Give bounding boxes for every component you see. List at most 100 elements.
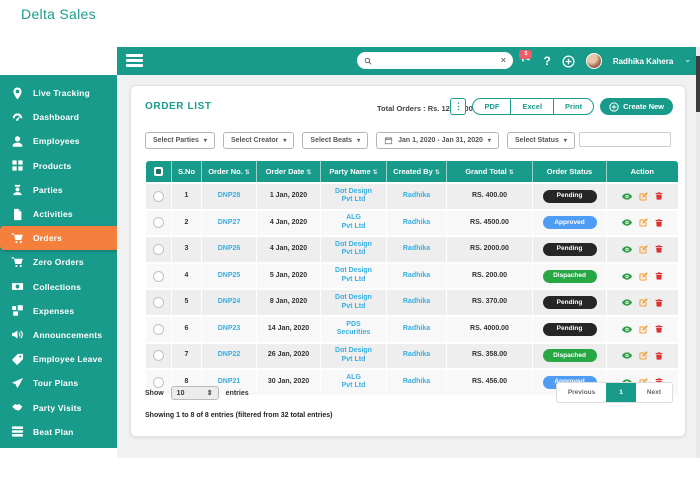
- view-button[interactable]: [622, 246, 632, 253]
- order-no-link[interactable]: DNP26: [218, 245, 241, 252]
- row-checkbox[interactable]: [153, 191, 164, 202]
- delete-button[interactable]: [655, 219, 663, 227]
- created-by-link[interactable]: Radhika: [403, 378, 430, 385]
- row-checkbox[interactable]: [153, 324, 164, 335]
- edit-button[interactable]: [639, 351, 648, 360]
- menu-icon[interactable]: [126, 54, 143, 70]
- order-no-link[interactable]: DNP27: [218, 219, 241, 226]
- sidebar-item-expenses[interactable]: Expenses: [0, 299, 117, 323]
- row-checkbox[interactable]: [153, 217, 164, 228]
- row-checkbox[interactable]: [153, 297, 164, 308]
- view-button[interactable]: [622, 273, 632, 280]
- column-header-created-by[interactable]: Created By⇅: [387, 161, 447, 183]
- created-by-link[interactable]: Radhika: [403, 245, 430, 252]
- search-input[interactable]: [377, 55, 496, 66]
- sort-icon[interactable]: ⇅: [435, 170, 440, 176]
- select-parties-filter[interactable]: Select Parties▾: [145, 132, 215, 149]
- delete-button[interactable]: [655, 245, 663, 253]
- sidebar-item-party-visits[interactable]: Party Visits: [0, 395, 117, 419]
- next-page-button[interactable]: Next: [636, 383, 672, 402]
- sidebar-item-live-tracking[interactable]: Live Tracking: [0, 81, 117, 105]
- select-creator-filter[interactable]: Select Creator▾: [223, 132, 294, 149]
- column-header-order-no-[interactable]: Order No.⇅: [202, 161, 257, 183]
- party-name-link[interactable]: PDSSecurities: [337, 321, 370, 337]
- table-search-input[interactable]: [579, 132, 671, 147]
- search-bar[interactable]: ×: [357, 52, 513, 69]
- add-icon[interactable]: [562, 55, 575, 68]
- view-button[interactable]: [622, 219, 632, 226]
- party-name-link[interactable]: Dot DesignPvt Ltd: [335, 347, 372, 363]
- view-button[interactable]: [622, 299, 632, 306]
- column-header-party-name[interactable]: Party Name⇅: [321, 161, 387, 183]
- edit-button[interactable]: [639, 218, 648, 227]
- row-checkbox[interactable]: [153, 350, 164, 361]
- current-page-button[interactable]: 1: [606, 383, 636, 402]
- select-beats-filter[interactable]: Select Beats▾: [302, 132, 368, 149]
- excel-export-button[interactable]: Excel: [510, 99, 553, 114]
- print-export-button[interactable]: Print: [553, 99, 593, 114]
- clear-search-icon[interactable]: ×: [501, 56, 506, 65]
- sidebar-item-announcements[interactable]: Announcements: [0, 323, 117, 347]
- sort-icon[interactable]: ⇅: [306, 170, 311, 176]
- create-new-button[interactable]: Create New: [600, 98, 673, 115]
- help-icon[interactable]: ?: [543, 54, 550, 68]
- order-no-link[interactable]: DNP25: [218, 272, 241, 279]
- sidebar-item-dashboard[interactable]: Dashboard: [0, 105, 117, 129]
- delete-button[interactable]: [655, 352, 663, 360]
- delete-button[interactable]: [655, 299, 663, 307]
- sidebar-item-employee-leave[interactable]: Employee Leave: [0, 347, 117, 371]
- party-name-link[interactable]: ALGPvt Ltd: [342, 214, 366, 230]
- page-size-select[interactable]: 10 ⇕: [171, 386, 219, 400]
- announcements-icon[interactable]: 5: [517, 54, 532, 69]
- order-no-link[interactable]: DNP24: [218, 298, 241, 305]
- sidebar-item-products[interactable]: Products: [0, 154, 117, 178]
- view-button[interactable]: [622, 326, 632, 333]
- created-by-link[interactable]: Radhika: [403, 351, 430, 358]
- scrollbar-thumb[interactable]: [696, 56, 700, 112]
- view-button[interactable]: [622, 193, 632, 200]
- sidebar-item-collections[interactable]: Collections: [0, 275, 117, 299]
- row-checkbox[interactable]: [153, 244, 164, 255]
- sort-icon[interactable]: ⇅: [509, 170, 514, 176]
- avatar[interactable]: [586, 53, 602, 69]
- edit-button[interactable]: [639, 245, 648, 254]
- row-checkbox[interactable]: [153, 271, 164, 282]
- created-by-link[interactable]: Radhika: [403, 192, 430, 199]
- sidebar-item-beat-plan[interactable]: Beat Plan: [0, 420, 117, 444]
- created-by-link[interactable]: Radhika: [403, 272, 430, 279]
- party-name-link[interactable]: Dot DesignPvt Ltd: [335, 294, 372, 310]
- delete-button[interactable]: [655, 272, 663, 280]
- date-range-filter[interactable]: Jan 1, 2020 - Jan 31, 2020▾: [376, 132, 499, 149]
- sort-icon[interactable]: ⇅: [245, 170, 250, 176]
- select-all-checkbox[interactable]: [146, 161, 172, 183]
- checkbox-icon[interactable]: [154, 167, 163, 176]
- select-status-filter[interactable]: Select Status▾: [507, 132, 575, 149]
- sidebar-item-parties[interactable]: Parties: [0, 178, 117, 202]
- chevron-down-icon[interactable]: ⌄: [684, 56, 691, 64]
- sort-icon[interactable]: ⇅: [373, 170, 378, 176]
- created-by-link[interactable]: Radhika: [403, 298, 430, 305]
- sidebar-item-tour-plans[interactable]: Tour Plans: [0, 371, 117, 395]
- column-header-grand-total[interactable]: Grand Total⇅: [447, 161, 533, 183]
- edit-button[interactable]: [639, 298, 648, 307]
- more-options-button[interactable]: ⋮: [450, 98, 466, 115]
- pdf-export-button[interactable]: PDF: [473, 99, 510, 114]
- party-name-link[interactable]: ALGPvt Ltd: [342, 374, 366, 390]
- view-button[interactable]: [622, 352, 632, 359]
- party-name-link[interactable]: Dot DesignPvt Ltd: [335, 241, 372, 257]
- sidebar-item-employees[interactable]: Employees: [0, 129, 117, 153]
- edit-button[interactable]: [639, 325, 648, 334]
- party-name-link[interactable]: Dot DesignPvt Ltd: [335, 267, 372, 283]
- delete-button[interactable]: [655, 192, 663, 200]
- sidebar-item-zero-orders[interactable]: Zero Orders: [0, 250, 117, 274]
- order-no-link[interactable]: DNP21: [218, 378, 241, 385]
- order-no-link[interactable]: DNP28: [218, 192, 241, 199]
- created-by-link[interactable]: Radhika: [403, 325, 430, 332]
- sidebar-item-activities[interactable]: Activities: [0, 202, 117, 226]
- sidebar-item-orders[interactable]: Orders: [0, 226, 121, 250]
- party-name-link[interactable]: Dot DesignPvt Ltd: [335, 188, 372, 204]
- edit-button[interactable]: [639, 192, 648, 201]
- column-header-order-date[interactable]: Order Date⇅: [257, 161, 321, 183]
- created-by-link[interactable]: Radhika: [403, 219, 430, 226]
- edit-button[interactable]: [639, 272, 648, 281]
